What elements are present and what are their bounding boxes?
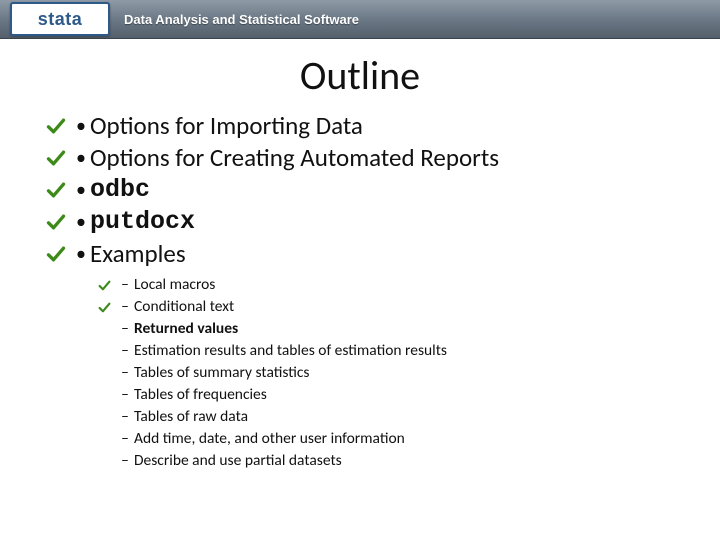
dash-icon: – [116, 296, 134, 318]
sub-item: – Describe and use partial datasets [98, 450, 680, 472]
checkmark-icon [46, 244, 72, 264]
main-item: • putdocx [46, 206, 680, 238]
main-item-text: Options for Importing Data [90, 110, 680, 142]
main-item-text: Options for Creating Automated Reports [90, 142, 680, 174]
sub-item-text: Estimation results and tables of estimat… [134, 340, 680, 362]
bullet-icon: • [72, 244, 90, 264]
checkmark-icon [98, 301, 116, 314]
sub-item-text: Tables of raw data [134, 406, 680, 428]
main-item-text: Examples [90, 238, 680, 270]
bullet-icon: • [72, 212, 90, 232]
checkmark-icon [46, 116, 72, 136]
main-item-text: putdocx [90, 206, 680, 238]
checkmark-icon [46, 212, 72, 232]
sub-item: – Returned values [98, 318, 680, 340]
header-tagline: Data Analysis and Statistical Software [124, 12, 359, 27]
outline-main-list: • Options for Importing Data • Options f… [46, 110, 680, 270]
stata-logo: stata [10, 2, 110, 36]
app-header: stata Data Analysis and Statistical Soft… [0, 0, 720, 39]
logo-text: stata [38, 9, 83, 30]
slide-body: Outline • Options for Importing Data • O… [0, 39, 720, 472]
sub-item-text: Tables of summary statistics [134, 362, 680, 384]
sub-item-text: Returned values [134, 318, 680, 340]
sub-item: – Tables of frequencies [98, 384, 680, 406]
dash-icon: – [116, 362, 134, 384]
sub-item: – Estimation results and tables of estim… [98, 340, 680, 362]
checkmark-icon [46, 148, 72, 168]
bullet-icon: • [72, 148, 90, 168]
checkmark-icon [98, 279, 116, 292]
sub-item: – Conditional text [98, 296, 680, 318]
main-item-text: odbc [90, 174, 680, 206]
sub-item-text: Tables of frequencies [134, 384, 680, 406]
slide-title: Outline [40, 51, 680, 100]
dash-icon: – [116, 428, 134, 450]
sub-item-text: Add time, date, and other user informati… [134, 428, 680, 450]
dash-icon: – [116, 450, 134, 472]
sub-item: – Local macros [98, 274, 680, 296]
sub-item: – Tables of summary statistics [98, 362, 680, 384]
main-item: • odbc [46, 174, 680, 206]
sub-item: – Add time, date, and other user informa… [98, 428, 680, 450]
dash-icon: – [116, 406, 134, 428]
bullet-icon: • [72, 116, 90, 136]
dash-icon: – [116, 274, 134, 296]
sub-item-text: Describe and use partial datasets [134, 450, 680, 472]
sub-item-text: Local macros [134, 274, 680, 296]
main-item: • Examples [46, 238, 680, 270]
outline-sub-list: – Local macros – Conditional text – Retu… [98, 274, 680, 472]
sub-item: – Tables of raw data [98, 406, 680, 428]
main-item: • Options for Creating Automated Reports [46, 142, 680, 174]
sub-item-text: Conditional text [134, 296, 680, 318]
dash-icon: – [116, 384, 134, 406]
dash-icon: – [116, 318, 134, 340]
dash-icon: – [116, 340, 134, 362]
checkmark-icon [46, 180, 72, 200]
main-item: • Options for Importing Data [46, 110, 680, 142]
bullet-icon: • [72, 180, 90, 200]
